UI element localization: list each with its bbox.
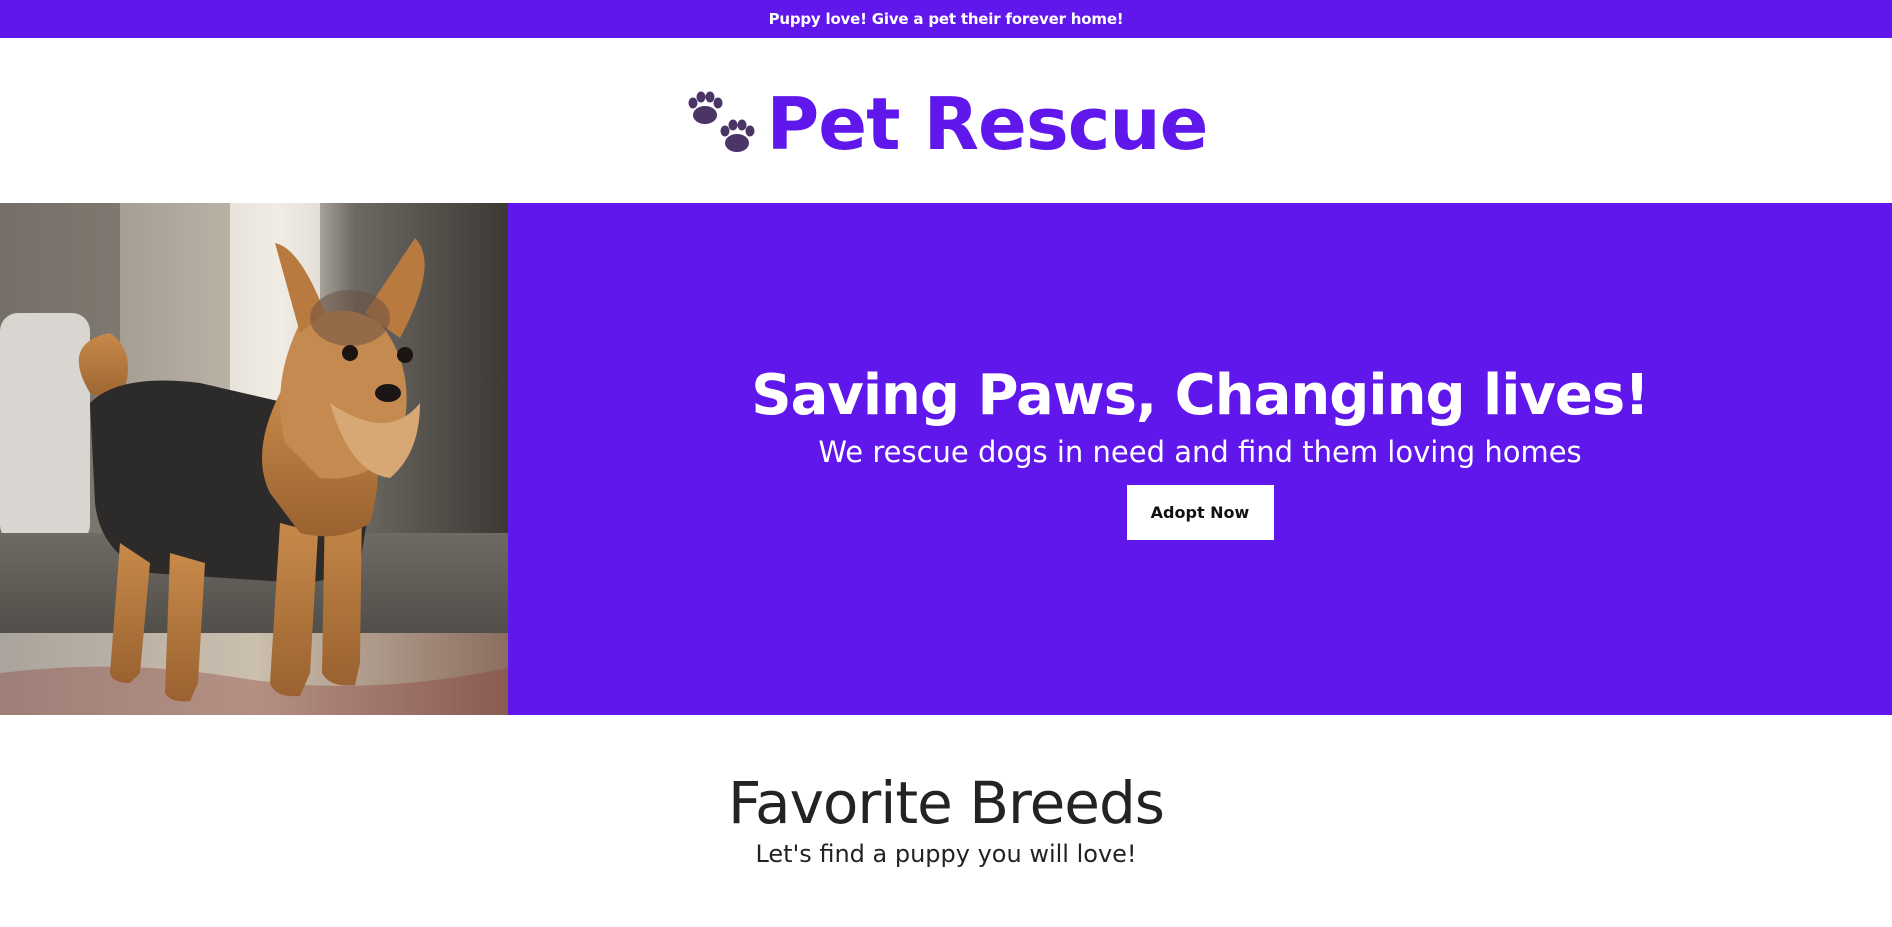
hero-content: Saving Paws, Changing lives! We rescue d… xyxy=(508,203,1892,715)
hero-title: Saving Paws, Changing lives! xyxy=(751,363,1650,429)
site-header: Pet Rescue xyxy=(0,38,1892,203)
brand-name: Pet Rescue xyxy=(766,81,1209,166)
hero-dog-image xyxy=(0,203,508,715)
brand-logo-link[interactable]: Pet Rescue xyxy=(685,88,1208,160)
favorite-breeds-section: Favorite Breeds Let's find a puppy you w… xyxy=(0,715,1892,868)
hero-subtitle: We rescue dogs in need and find them lov… xyxy=(818,434,1582,469)
paw-prints-icon xyxy=(685,89,757,159)
announcement-bar: Puppy love! Give a pet their forever hom… xyxy=(0,0,1892,38)
announcement-text: Puppy love! Give a pet their forever hom… xyxy=(768,10,1124,28)
breeds-subtitle: Let's find a puppy you will love! xyxy=(755,839,1137,868)
adopt-now-button[interactable]: Adopt Now xyxy=(1126,484,1274,540)
hero-section: Saving Paws, Changing lives! We rescue d… xyxy=(0,203,1892,715)
breeds-title: Favorite Breeds xyxy=(728,769,1165,837)
